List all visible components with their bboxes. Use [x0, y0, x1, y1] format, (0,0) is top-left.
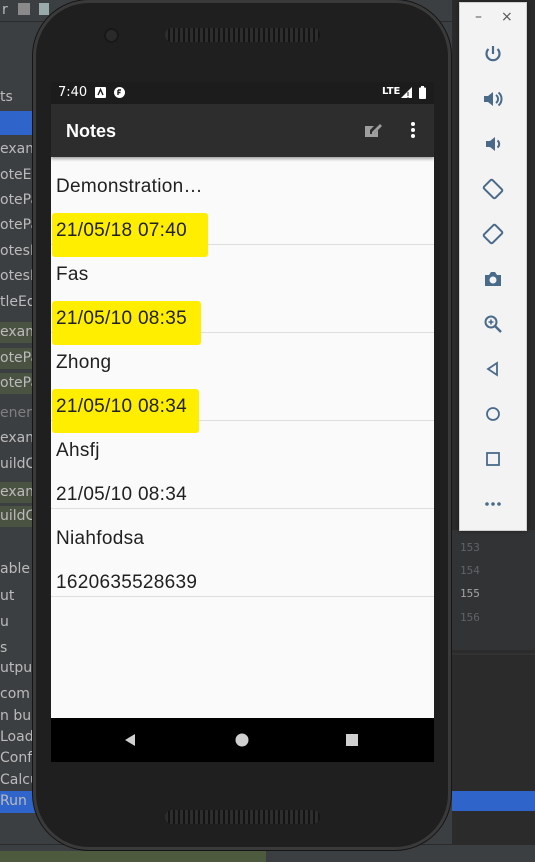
status-bar: 7:40 LTE — [51, 82, 434, 104]
recents-icon[interactable] — [343, 731, 361, 749]
line-number: 154 — [460, 564, 480, 577]
note-title: Fas — [56, 264, 89, 285]
volume-down-icon[interactable] — [481, 132, 505, 156]
notification-icon — [114, 87, 125, 98]
minimize-button[interactable]: – — [475, 10, 482, 24]
note-date: 21/05/10 08:34 — [56, 396, 187, 417]
app-title: Notes — [66, 121, 117, 141]
home-icon[interactable] — [481, 402, 505, 426]
battery-icon — [419, 86, 426, 103]
overflow-menu-icon[interactable] — [401, 118, 425, 142]
list-item[interactable]: Niahfodsa 1620635528639 — [51, 509, 434, 597]
line-number: 156 — [460, 611, 480, 624]
folder-icon — [18, 3, 30, 15]
more-icon[interactable] — [481, 492, 505, 516]
rotate-left-icon[interactable] — [481, 177, 505, 201]
signal-icon — [401, 87, 413, 102]
home-icon[interactable] — [233, 731, 251, 749]
note-title: Zhong — [56, 352, 112, 373]
volume-up-icon[interactable] — [481, 87, 505, 111]
list-item[interactable]: Zhong 21/05/10 08:34 — [51, 333, 434, 433]
note-date: 21/05/10 08:34 — [56, 484, 187, 505]
zoom-icon[interactable] — [481, 312, 505, 336]
emulator-toolbar: – × — [459, 2, 527, 531]
new-note-icon[interactable] — [361, 118, 385, 142]
ide-status-segment — [0, 851, 266, 862]
notes-list: Demonstration… 21/05/18 07:40 Fas 21/05/… — [51, 157, 434, 597]
line-number: 153 — [460, 541, 480, 554]
line-number: 155 — [460, 587, 480, 600]
network-type: LTE — [382, 86, 401, 97]
navigation-bar — [51, 718, 434, 762]
file-icon — [39, 3, 49, 15]
app-bar: Notes — [51, 104, 434, 157]
back-icon[interactable] — [121, 731, 139, 749]
overview-icon[interactable] — [481, 447, 505, 471]
list-item[interactable]: Ahsfj 21/05/10 08:34 — [51, 421, 434, 509]
list-item[interactable]: Demonstration… 21/05/18 07:40 — [51, 157, 434, 257]
note-title: Niahfodsa — [56, 528, 145, 549]
note-date: 21/05/10 08:35 — [56, 308, 187, 329]
status-time: 7:40 — [58, 85, 88, 100]
divider — [452, 653, 535, 655]
note-title: Ahsfj — [56, 440, 100, 461]
list-item[interactable]: Fas 21/05/10 08:35 — [51, 245, 434, 345]
phone-screen: 7:40 LTE Notes Demonstration… 21/05/18 0… — [51, 82, 434, 762]
ide-run-bar — [452, 791, 535, 811]
note-title: Demonstration… — [56, 176, 203, 197]
notification-icon — [95, 87, 106, 98]
ide-title-fragment: r — [2, 2, 8, 18]
top-speaker — [165, 28, 320, 42]
back-icon[interactable] — [481, 357, 505, 381]
power-icon[interactable] — [481, 42, 505, 66]
close-button[interactable]: × — [501, 10, 513, 24]
rotate-right-icon[interactable] — [481, 222, 505, 246]
camera-icon[interactable] — [481, 267, 505, 291]
note-date: 21/05/18 07:40 — [56, 220, 187, 241]
note-date: 1620635528639 — [56, 572, 198, 593]
front-camera — [106, 30, 117, 41]
bottom-speaker — [165, 810, 320, 824]
